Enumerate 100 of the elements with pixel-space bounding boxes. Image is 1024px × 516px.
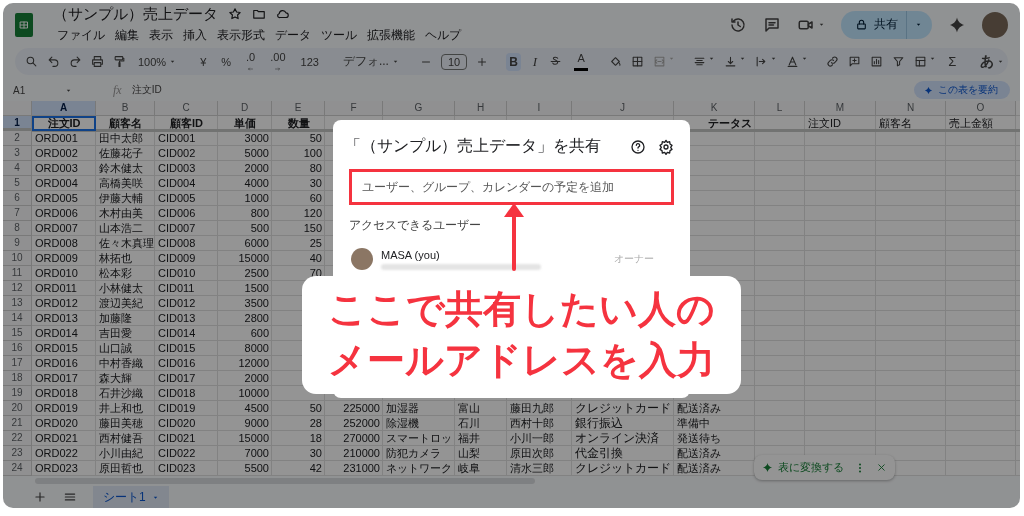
table-cell[interactable]: 田中太郎 xyxy=(96,131,155,146)
table-cell[interactable]: ORD011 xyxy=(32,281,96,296)
table-cell[interactable]: 顧客名 xyxy=(876,116,946,131)
font-dropdown[interactable]: デフォ... xyxy=(339,51,402,73)
table-cell[interactable]: 西村健吾 xyxy=(96,431,155,446)
table-cell[interactable]: CID005 xyxy=(155,191,218,206)
table-cell[interactable]: 石川 xyxy=(455,416,507,431)
text-color-button[interactable]: A xyxy=(571,50,592,73)
row-header[interactable]: 19 xyxy=(3,386,32,401)
add-sheet-icon[interactable] xyxy=(33,490,47,504)
table-cell[interactable]: 藤田九郎 xyxy=(507,401,572,416)
table-cell[interactable]: 発送待ち xyxy=(674,431,755,446)
row-header[interactable]: 20 xyxy=(3,401,32,416)
search-icon[interactable] xyxy=(25,55,38,69)
fill-color-icon[interactable] xyxy=(609,55,623,69)
column-header[interactable]: K xyxy=(674,101,755,116)
document-title[interactable]: （サンプル）売上データ xyxy=(53,4,218,24)
table-cell[interactable]: 600 xyxy=(218,326,272,341)
table-cell[interactable]: ORD004 xyxy=(32,176,96,191)
row-header[interactable]: 23 xyxy=(3,446,32,461)
table-cell[interactable]: CID017 xyxy=(155,371,218,386)
table-cell[interactable]: ORD022 xyxy=(32,446,96,461)
column-header[interactable]: G xyxy=(383,101,455,116)
table-cell[interactable]: スマートロッ xyxy=(383,431,455,446)
row-header[interactable]: 18 xyxy=(3,371,32,386)
table-cell[interactable]: CID009 xyxy=(155,251,218,266)
table-cell[interactable]: 配送済み xyxy=(674,446,755,461)
font-size-field[interactable]: 10 xyxy=(440,53,468,70)
settings-icon[interactable] xyxy=(658,138,674,155)
table-cell[interactable]: 15000 xyxy=(218,431,272,446)
table-cell[interactable]: 60 xyxy=(272,191,325,206)
table-cell[interactable]: 佐藤花子 xyxy=(96,146,155,161)
table-cell[interactable]: 50 xyxy=(272,131,325,146)
menu-item[interactable]: 拡張機能 xyxy=(363,25,419,45)
column-header[interactable]: H xyxy=(455,101,507,116)
menu-item[interactable]: 表示 xyxy=(145,25,177,45)
table-cell[interactable]: CID012 xyxy=(155,296,218,311)
table-cell[interactable]: ORD009 xyxy=(32,251,96,266)
undo-icon[interactable] xyxy=(47,55,60,69)
table-cell[interactable]: ORD023 xyxy=(32,461,96,476)
table-cell[interactable]: 800 xyxy=(218,206,272,221)
column-header[interactable]: D xyxy=(218,101,272,116)
table-cell[interactable]: ORD001 xyxy=(32,131,96,146)
functions-button[interactable]: Σ xyxy=(945,52,960,72)
table-cell[interactable]: 1500 xyxy=(218,281,272,296)
input-tools-dropdown[interactable]: あ xyxy=(977,50,1008,73)
table-cell[interactable]: 30 xyxy=(272,446,325,461)
table-cell[interactable]: 100 xyxy=(272,146,325,161)
table-cell[interactable]: CID001 xyxy=(155,131,218,146)
table-cell[interactable]: CID013 xyxy=(155,311,218,326)
row-header[interactable]: 11 xyxy=(3,266,32,281)
folder-icon[interactable] xyxy=(252,7,266,22)
table-cell[interactable]: 伊藤大輔 xyxy=(96,191,155,206)
table-cell[interactable]: 12000 xyxy=(218,356,272,371)
table-cell[interactable]: 原田哲也 xyxy=(96,461,155,476)
table-cell[interactable]: 加藤隆 xyxy=(96,311,155,326)
table-cell[interactable]: ORD008 xyxy=(32,236,96,251)
column-header[interactable]: M xyxy=(805,101,876,116)
table-cell[interactable]: ORD002 xyxy=(32,146,96,161)
table-cell[interactable]: CID004 xyxy=(155,176,218,191)
table-cell[interactable]: 林拓也 xyxy=(96,251,155,266)
decrease-decimal-button[interactable]: .0 xyxy=(243,49,259,74)
row-header[interactable]: 22 xyxy=(3,431,32,446)
redo-icon[interactable] xyxy=(69,55,82,69)
table-cell[interactable]: 5000 xyxy=(218,146,272,161)
table-cell[interactable]: 除湿機 xyxy=(383,416,455,431)
table-cell[interactable]: 山本浩二 xyxy=(96,221,155,236)
row-header[interactable]: 4 xyxy=(3,161,32,176)
table-cell[interactable]: 15000 xyxy=(218,251,272,266)
close-icon[interactable] xyxy=(876,462,887,473)
table-cell[interactable]: 代金引換 xyxy=(572,446,674,461)
table-cell[interactable]: 18 xyxy=(272,431,325,446)
row-header[interactable]: 2 xyxy=(3,131,32,146)
row-header[interactable]: 7 xyxy=(3,206,32,221)
table-cell[interactable]: 2000 xyxy=(218,371,272,386)
table-cell[interactable]: 150 xyxy=(272,221,325,236)
row-header[interactable]: 8 xyxy=(3,221,32,236)
table-cell[interactable]: CID021 xyxy=(155,431,218,446)
table-cell[interactable]: 木村由美 xyxy=(96,206,155,221)
row-header[interactable]: 15 xyxy=(3,326,32,341)
percent-button[interactable]: % xyxy=(218,53,235,70)
table-cell[interactable]: CID011 xyxy=(155,281,218,296)
table-cell[interactable]: ORD014 xyxy=(32,326,96,341)
table-cell[interactable]: ORD017 xyxy=(32,371,96,386)
table-cell[interactable]: 顧客ID xyxy=(155,116,218,131)
table-cell[interactable]: 富山 xyxy=(455,401,507,416)
zoom-dropdown[interactable]: 100% xyxy=(135,53,180,70)
table-cell[interactable]: 120 xyxy=(272,206,325,221)
column-header[interactable]: L xyxy=(755,101,805,116)
help-icon[interactable] xyxy=(630,138,646,155)
table-cell[interactable]: 4000 xyxy=(218,176,272,191)
table-cell[interactable]: 5500 xyxy=(218,461,272,476)
table-cell[interactable]: 小川由紀 xyxy=(96,446,155,461)
table-cell[interactable]: 松本彩 xyxy=(96,266,155,281)
currency-button[interactable]: ¥ xyxy=(197,53,210,70)
column-header[interactable]: J xyxy=(572,101,674,116)
column-header[interactable]: B xyxy=(96,101,155,116)
column-header[interactable]: C xyxy=(155,101,218,116)
table-cell[interactable]: CID023 xyxy=(155,461,218,476)
table-cell[interactable]: 3000 xyxy=(218,131,272,146)
